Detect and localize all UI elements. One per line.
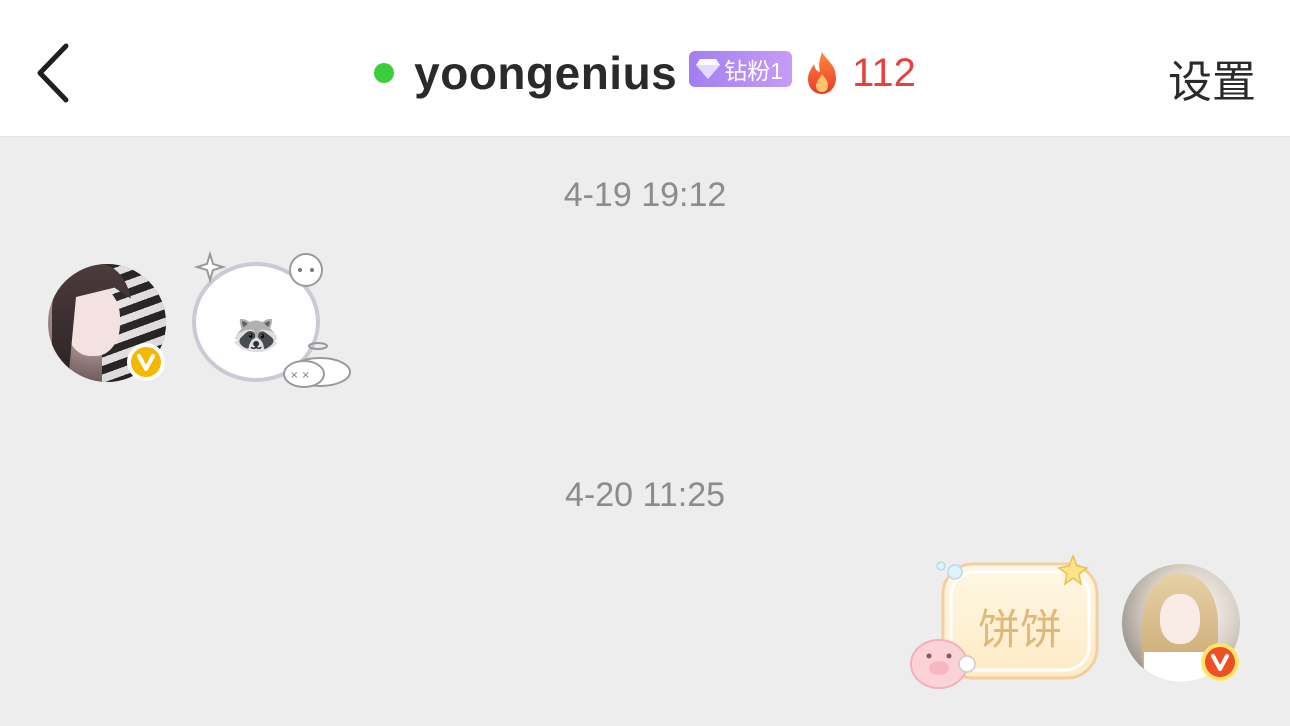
fan-badge-label: 钻粉1	[724, 58, 784, 84]
message-timestamp: 4-20 11:25	[564, 476, 726, 514]
streak-count: 112	[852, 50, 916, 95]
svg-text:× ×: × ×	[290, 370, 310, 381]
diamond-icon	[696, 59, 721, 79]
message-text: 饼饼	[977, 604, 1062, 654]
online-status-dot	[374, 63, 395, 83]
chat-title: yoongenius 钻粉1 112	[0, 40, 1290, 106]
settings-button[interactable]: 设置	[1168, 46, 1256, 110]
chat-header: yoongenius 钻粉1 112 设置	[0, 0, 1290, 137]
verified-badge-icon	[1201, 643, 1239, 681]
message-timestamp: 4-19 19:12	[563, 176, 727, 214]
username[interactable]: yoongenius	[414, 46, 677, 100]
fan-badge[interactable]: 钻粉1	[689, 51, 793, 87]
verified-badge-icon	[127, 343, 165, 381]
fire-icon	[808, 52, 837, 94]
raccoon-emoji: 🦝	[231, 313, 281, 357]
